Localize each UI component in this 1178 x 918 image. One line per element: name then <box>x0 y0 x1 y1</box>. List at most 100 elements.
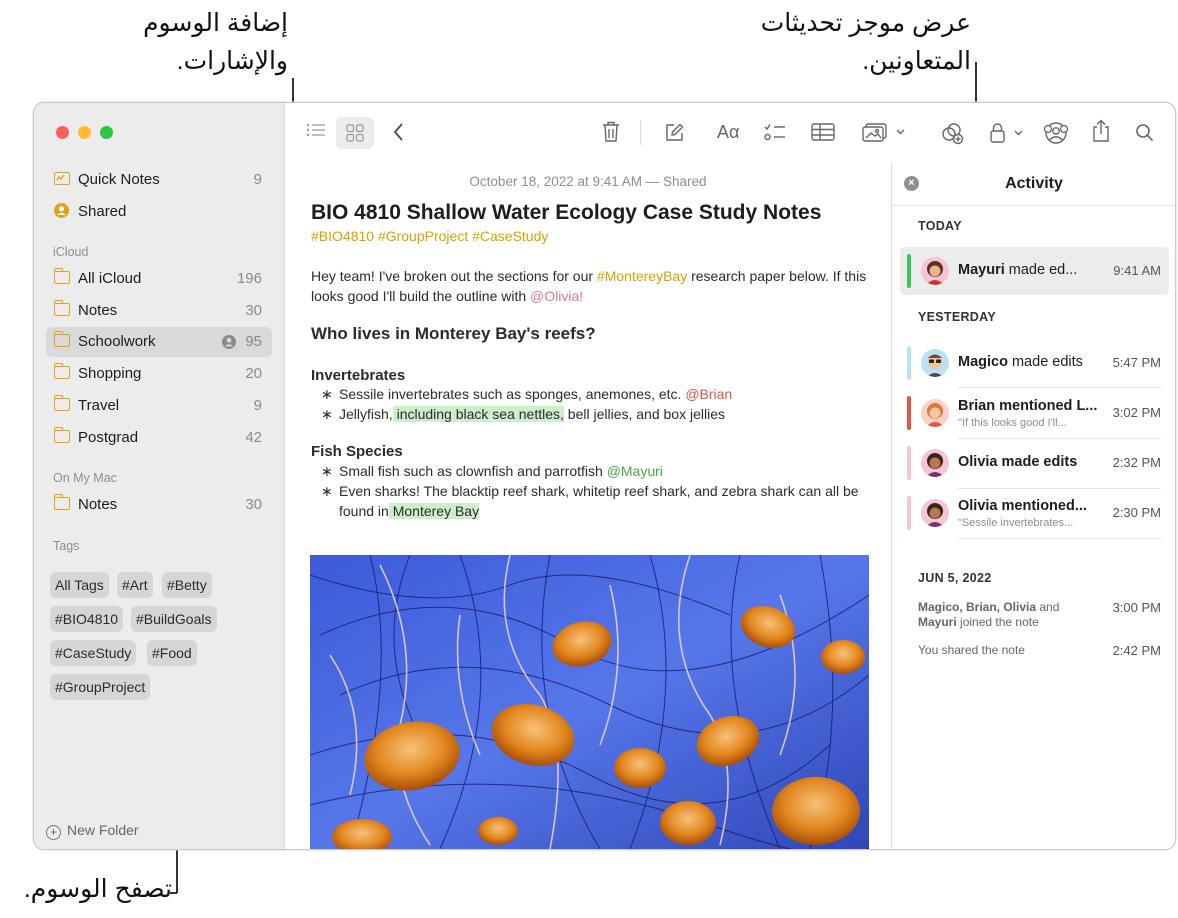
tag-all-tags[interactable]: All Tags <box>50 572 109 598</box>
sidebar-item-quick-notes[interactable]: Quick Notes 9 <box>46 165 272 195</box>
format-text-icon[interactable]: Aα <box>717 122 739 143</box>
note-tags[interactable]: #BIO4810 #GroupProject #CaseStudy <box>311 228 548 244</box>
joined-rest: joined the note <box>956 615 1039 629</box>
author-color-bar <box>907 496 911 530</box>
tag-casestudy[interactable]: #CaseStudy <box>50 640 137 666</box>
activity-name: Magico <box>958 354 1008 370</box>
new-folder-button[interactable]: + New Folder <box>46 822 139 840</box>
search-icon[interactable] <box>1135 123 1154 147</box>
sidebar-item-schoolwork[interactable]: Schoolwork 95 <box>46 327 272 357</box>
sidebar-item-label: Quick Notes <box>78 171 160 188</box>
zoom-window-button[interactable] <box>100 126 113 139</box>
sidebar-item-postgrad[interactable]: Postgrad 42 <box>46 423 272 453</box>
list-view-icon[interactable] <box>306 122 326 143</box>
activity-title: Activity <box>1005 175 1063 192</box>
close-window-button[interactable] <box>56 126 69 139</box>
notes-window: Quick Notes 9 Shared iCloud All iCloud 1… <box>33 102 1176 850</box>
jellyfish-photo[interactable] <box>310 555 869 849</box>
activity-text: Mayuri made ed... <box>958 262 1108 278</box>
highlighted-text: Monterey Bay <box>388 503 480 519</box>
list-item[interactable]: ∗ Small fish such as clownfish and parro… <box>321 461 663 481</box>
author-color-bar <box>907 446 911 480</box>
list-item[interactable]: ∗ Even sharks! The blacktip reef shark, … <box>321 481 859 519</box>
sidebar-item-all-icloud[interactable]: All iCloud 196 <box>46 264 272 294</box>
gallery-view-button[interactable] <box>336 117 374 149</box>
sidebar-item-label: Travel <box>78 397 120 414</box>
back-icon[interactable] <box>393 122 405 147</box>
sidebar-item-label: Shared <box>78 203 127 220</box>
callout-line-2: المتعاونين. <box>862 47 971 75</box>
activity-action: mentioned... <box>997 498 1087 514</box>
note-title[interactable]: BIO 4810 Shallow Water Ecology Case Stud… <box>311 201 821 225</box>
callout-tags-mentions: إضافة الوسوم والإشارات. <box>143 4 288 80</box>
mention-brian[interactable]: @Brian <box>685 386 732 402</box>
checklist-icon[interactable] <box>764 123 786 148</box>
tag-buildgoals[interactable]: #BuildGoals <box>131 606 217 632</box>
sidebar-item-shopping[interactable]: Shopping 20 <box>46 359 272 389</box>
bullet-marker: ∗ <box>321 463 333 479</box>
tag-art[interactable]: #Art <box>117 572 153 598</box>
sidebar-item-travel[interactable]: Travel 9 <box>46 391 272 421</box>
activity-section-date: JUN 5, 2022 <box>918 571 992 585</box>
subheading-fish-species[interactable]: Fish Species <box>311 443 403 460</box>
callout-line-1: إضافة الوسوم <box>143 9 288 37</box>
tag-food[interactable]: #Food <box>147 640 197 666</box>
joined-and: and <box>1036 600 1060 614</box>
sidebar-section-tags: Tags <box>53 539 80 553</box>
list-item[interactable]: ∗ Jellyfish, including black sea nettles… <box>321 404 725 424</box>
sidebar-item-notes[interactable]: Notes 30 <box>46 296 272 326</box>
folder-icon <box>53 395 70 411</box>
activity-joined[interactable]: Magico, Brian, Olivia and Mayuri joined … <box>918 600 1059 630</box>
activity-panel: × Activity TODAY Mayuri made ed... 9:41 … <box>891 163 1175 849</box>
trash-icon[interactable] <box>602 121 620 148</box>
folder-icon <box>53 300 70 316</box>
divider <box>958 538 1161 539</box>
activity-row[interactable]: Magico made edits 5:47 PM <box>900 339 1169 387</box>
shared-icon <box>54 203 69 218</box>
media-icon[interactable] <box>862 123 906 148</box>
folder-icon <box>53 331 70 347</box>
folder-icon <box>53 427 70 443</box>
lock-icon[interactable] <box>989 122 1025 149</box>
list-item-text: bell jellies, and box jellies <box>563 406 725 422</box>
bullet-marker: ∗ <box>321 406 333 422</box>
activity-text: Olivia mentioned... <box>958 498 1108 514</box>
sidebar-item-label: All iCloud <box>78 270 142 287</box>
share-icon[interactable] <box>1092 119 1110 148</box>
sidebar-item-count: 9 <box>253 171 262 188</box>
tag-betty[interactable]: #Betty <box>162 572 212 598</box>
activity-action: mentioned L... <box>995 398 1098 414</box>
joined-name: Mayuri <box>918 615 957 629</box>
note-paragraph[interactable]: Hey team! I've broken out the sections f… <box>311 266 871 306</box>
collaborate-link-icon[interactable] <box>940 121 964 150</box>
sidebar-item-count: 20 <box>245 365 262 382</box>
activity-time: 3:00 PM <box>1112 600 1161 615</box>
tag-groupproject[interactable]: #GroupProject <box>50 674 151 700</box>
paragraph-text: Hey team! I've broken out the sections f… <box>311 268 597 284</box>
activity-shared[interactable]: You shared the note <box>918 643 1025 658</box>
activity-row[interactable]: Mayuri made ed... 9:41 AM <box>900 247 1169 295</box>
sidebar-item-mac-notes[interactable]: Notes 30 <box>46 490 272 520</box>
mention-olivia[interactable]: @Olivia! <box>530 288 583 304</box>
inline-tag[interactable]: #MontereyBay <box>597 268 687 284</box>
tag-bio4810[interactable]: #BIO4810 <box>50 606 124 632</box>
list-item[interactable]: ∗ Sessile invertebrates such as sponges,… <box>321 384 732 404</box>
table-icon[interactable] <box>811 123 835 146</box>
compose-icon[interactable] <box>665 123 684 147</box>
activity-row[interactable]: Olivia made edits 2:32 PM <box>900 439 1169 487</box>
section-heading[interactable]: Who lives in Monterey Bay's reefs? <box>311 324 596 344</box>
activity-row[interactable]: Olivia mentioned... "Sessile invertebrat… <box>900 489 1169 537</box>
sidebar-item-shared[interactable]: Shared <box>46 197 272 227</box>
minimize-window-button[interactable] <box>78 126 91 139</box>
list-item-text: Sessile invertebrates such as sponges, a… <box>339 386 686 402</box>
sidebar-item-label: Notes <box>78 496 118 513</box>
activity-row[interactable]: Brian mentioned L... "If this looks good… <box>900 389 1169 437</box>
subheading-invertebrates[interactable]: Invertebrates <box>311 367 405 384</box>
activity-name: Brian <box>958 398 996 414</box>
activity-action: made ed... <box>1004 262 1078 278</box>
sidebar-item-count: 30 <box>245 302 262 319</box>
collaboration-icon[interactable] <box>1043 121 1069 150</box>
avatar <box>921 399 949 427</box>
mention-mayuri[interactable]: @Mayuri <box>607 463 663 479</box>
note-editor[interactable]: October 18, 2022 at 9:41 AM — Shared BIO… <box>285 163 891 849</box>
